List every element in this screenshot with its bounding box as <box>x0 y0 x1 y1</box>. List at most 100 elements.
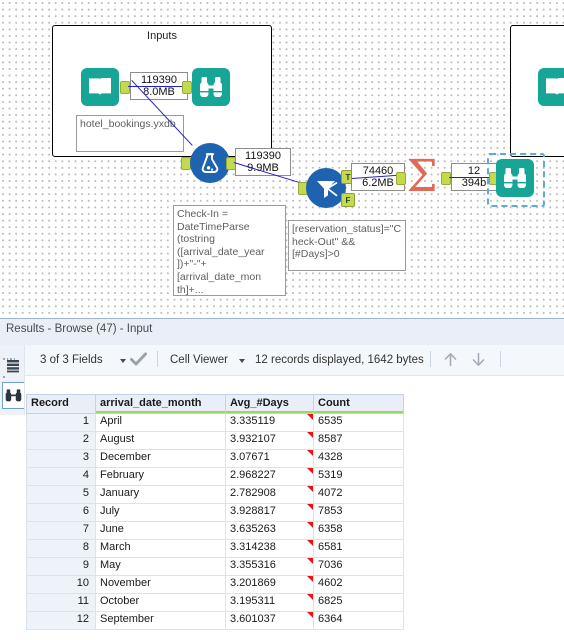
record-number-cell[interactable]: 3 <box>26 450 96 468</box>
table-cell[interactable]: 3.07671 <box>226 450 314 468</box>
summarize-tool[interactable]: Σ <box>400 155 444 199</box>
table-cell[interactable]: 3.928817 <box>226 504 314 522</box>
table-cell[interactable]: 6358 <box>314 522 404 540</box>
input-data-tool-2[interactable] <box>538 68 564 106</box>
table-cell[interactable]: 4328 <box>314 450 404 468</box>
browse-tool-1[interactable] <box>192 68 230 106</box>
table-header-cell[interactable]: Record <box>26 394 96 414</box>
cell-value: May <box>100 559 121 571</box>
table-header-cell[interactable]: Avg_#Days <box>226 394 314 414</box>
table-cell[interactable]: 3.314238 <box>226 540 314 558</box>
table-cell[interactable]: 6535 <box>314 414 404 432</box>
record-number-cell[interactable]: 7 <box>26 522 96 540</box>
filter-tool[interactable] <box>306 168 346 208</box>
table-cell[interactable]: 4602 <box>314 576 404 594</box>
record-number-cell[interactable]: 4 <box>26 468 96 486</box>
summarize-output-anchor[interactable] <box>441 172 451 185</box>
table-cell[interactable]: 5319 <box>314 468 404 486</box>
table-cell[interactable]: April <box>96 414 226 432</box>
table-cell[interactable]: June <box>96 522 226 540</box>
table-cell[interactable]: 3.335119 <box>226 414 314 432</box>
table-row[interactable]: 4 February 2.968227 5319 <box>26 468 404 486</box>
table-row[interactable]: 3 December 3.07671 4328 <box>26 450 404 468</box>
table-row[interactable]: 6 July 3.928817 7853 <box>26 504 404 522</box>
input-data-tool[interactable] <box>81 68 119 106</box>
table-cell[interactable]: 3.355316 <box>226 558 314 576</box>
toolbar-separator-3 <box>500 351 501 367</box>
table-header-label: arrival_date_month <box>100 397 202 409</box>
table-cell[interactable]: 7853 <box>314 504 404 522</box>
table-cell[interactable]: 3.601037 <box>226 612 314 630</box>
table-cell[interactable]: January <box>96 486 226 504</box>
table-cell[interactable]: July <box>96 504 226 522</box>
checkmark-icon[interactable] <box>130 352 147 372</box>
table-row[interactable]: 7 June 3.635263 6358 <box>26 522 404 540</box>
cell-value: July <box>100 505 120 517</box>
table-cell[interactable]: 8587 <box>314 432 404 450</box>
record-number-cell[interactable]: 11 <box>26 594 96 612</box>
table-cell[interactable]: October <box>96 594 226 612</box>
cell-value: 5 <box>82 487 89 499</box>
table-row[interactable]: 1 April 3.335119 6535 <box>26 414 404 432</box>
table-row[interactable]: 2 August 3.932107 8587 <box>26 432 404 450</box>
record-number-cell[interactable]: 5 <box>26 486 96 504</box>
table-cell[interactable]: 7036 <box>314 558 404 576</box>
chevron-down-icon[interactable] <box>120 359 126 363</box>
cell-value: 2.782908 <box>230 487 276 499</box>
table-header-cell[interactable]: Count <box>314 394 404 414</box>
record-number-cell[interactable]: 8 <box>26 540 96 558</box>
cell-value: 3.335119 <box>230 415 276 427</box>
table-header-cell[interactable]: arrival_date_month <box>96 394 226 414</box>
browse1-input-anchor[interactable] <box>182 81 192 94</box>
table-cell[interactable]: August <box>96 432 226 450</box>
table-cell[interactable]: 4072 <box>314 486 404 504</box>
table-row[interactable]: 12 September 3.601037 6364 <box>26 612 404 630</box>
table-cell[interactable]: May <box>96 558 226 576</box>
record-number-cell[interactable]: 10 <box>26 576 96 594</box>
list-view-button[interactable] <box>2 353 23 378</box>
table-cell[interactable]: 3.201869 <box>226 576 314 594</box>
cell-viewer-label[interactable]: Cell Viewer <box>170 354 228 366</box>
table-cell[interactable]: March <box>96 540 226 558</box>
cell-value: 4328 <box>318 451 343 463</box>
table-cell[interactable]: December <box>96 450 226 468</box>
table-cell[interactable]: 3.195311 <box>226 594 314 612</box>
table-cell[interactable]: 2.968227 <box>226 468 314 486</box>
input-data-output-anchor[interactable] <box>120 81 130 94</box>
connection-summarize-browse[interactable] <box>449 177 491 178</box>
table-row[interactable]: 5 January 2.782908 4072 <box>26 486 404 504</box>
arrow-down-icon[interactable] <box>470 351 487 373</box>
cell-value: November <box>100 577 151 589</box>
table-cell[interactable]: November <box>96 576 226 594</box>
browse-tool-2[interactable] <box>496 159 534 197</box>
filter-false-anchor[interactable]: F <box>341 193 355 207</box>
record-number-cell[interactable]: 1 <box>26 414 96 432</box>
cell-value: December <box>100 451 151 463</box>
cell-value: 3.314238 <box>230 541 276 553</box>
rail-grip[interactable] <box>3 347 19 378</box>
cell-truncated-flag-icon <box>307 594 313 600</box>
fields-selector-label[interactable]: 3 of 3 Fields <box>40 354 103 366</box>
browse-view-button[interactable] <box>2 382 24 409</box>
formula-tool[interactable] <box>190 143 230 183</box>
table-cell[interactable]: 6364 <box>314 612 404 630</box>
table-cell[interactable]: September <box>96 612 226 630</box>
table-row[interactable]: 10 November 3.201869 4602 <box>26 576 404 594</box>
table-cell[interactable]: 2.782908 <box>226 486 314 504</box>
cell-value: 1 <box>82 415 89 427</box>
table-row[interactable]: 8 March 3.314238 6581 <box>26 540 404 558</box>
table-cell[interactable]: 6825 <box>314 594 404 612</box>
record-number-cell[interactable]: 9 <box>26 558 96 576</box>
table-cell[interactable]: 6581 <box>314 540 404 558</box>
table-cell[interactable]: 3.635263 <box>226 522 314 540</box>
record-number-cell[interactable]: 2 <box>26 432 96 450</box>
table-cell[interactable]: February <box>96 468 226 486</box>
table-cell[interactable]: 3.932107 <box>226 432 314 450</box>
record-number-cell[interactable]: 6 <box>26 504 96 522</box>
workflow-canvas[interactable]: Inputs 119390 8.0MB hotel_bookings.yxdb … <box>0 0 564 318</box>
record-number-cell[interactable]: 12 <box>26 612 96 630</box>
table-row[interactable]: 9 May 3.355316 7036 <box>26 558 404 576</box>
arrow-up-icon[interactable] <box>442 351 459 373</box>
table-row[interactable]: 11 October 3.195311 6825 <box>26 594 404 612</box>
chevron-down-icon[interactable] <box>239 359 245 363</box>
